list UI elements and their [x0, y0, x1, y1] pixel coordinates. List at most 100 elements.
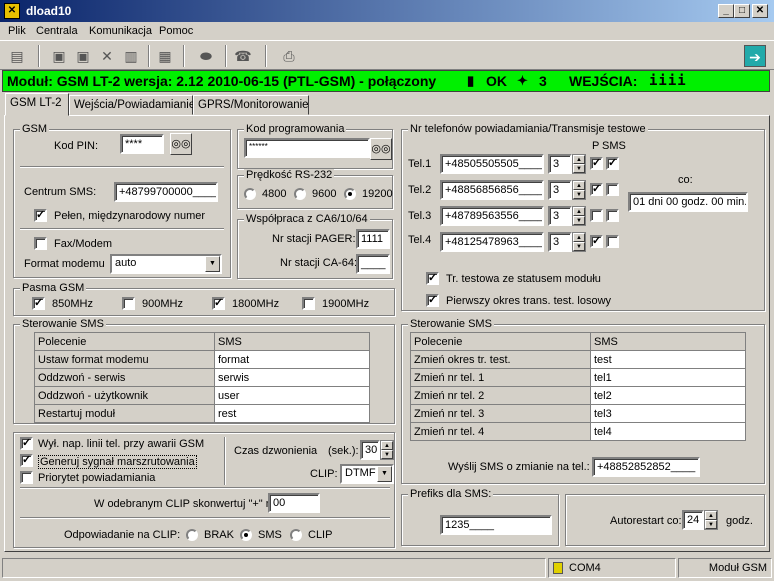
sms-center-label: Centrum SMS: [24, 186, 97, 198]
print-icon[interactable]: ⎙ [278, 45, 300, 67]
gsm-fail-checkbox[interactable]: ✓ [20, 437, 33, 450]
tel4-p-checkbox[interactable]: ✓ [590, 235, 603, 248]
route-signal-checkbox[interactable]: ✓ [20, 454, 33, 467]
band-1800-checkbox[interactable]: ✓ [212, 297, 225, 310]
ca6-group: Współpraca z CA6/10/64 Nr stacji PAGER: … [237, 213, 393, 279]
read-icon[interactable]: ▣ [48, 45, 70, 67]
delete-icon[interactable]: ✕ [96, 45, 118, 67]
eraser-icon[interactable]: ⬬ [195, 45, 217, 67]
tel3-sms-checkbox[interactable] [606, 209, 619, 222]
fax-modem-checkbox[interactable] [34, 237, 47, 250]
band-1900-checkbox[interactable] [302, 297, 315, 310]
show-prog-code-button[interactable]: ◎◎ [370, 138, 392, 160]
tel2-p-checkbox[interactable]: ✓ [590, 183, 603, 196]
autorestart-group: Autorestart co: 24 ▲ ▼ godz. [565, 494, 765, 546]
maximize-button[interactable]: □ [734, 4, 750, 18]
write-icon[interactable]: ▣ [72, 45, 94, 67]
pin-input[interactable]: **** [120, 134, 164, 154]
tab-gprs[interactable]: GPRS/Monitorowanie [193, 95, 309, 115]
sms-control-left-group: Sterowanie SMS Polecenie SMS Ustaw format… [13, 318, 395, 424]
com-port-panel: COM4 [548, 558, 676, 578]
tel1-p-checkbox[interactable]: ✓ [590, 157, 603, 170]
clip-convert-input[interactable]: 00 [268, 493, 320, 513]
menu-plik[interactable]: Plik [8, 25, 26, 37]
tab-gsm-lt2[interactable]: GSM LT-2 [5, 93, 69, 116]
tel1-sms-checkbox[interactable]: ✓ [606, 157, 619, 170]
tel4-sms-checkbox[interactable] [606, 235, 619, 248]
tel3-count[interactable]: 3 [548, 206, 572, 226]
first-random-checkbox[interactable]: ✓ [426, 294, 439, 307]
pager-station-input[interactable]: 1111 [356, 229, 390, 249]
prefix-group: Prefiks dla SMS: 1235____ [401, 488, 559, 546]
tab-wejscia[interactable]: Wejścia/Powiadamianie [69, 95, 195, 115]
notify-sms-input[interactable]: +48852852852____ [592, 457, 700, 477]
band-850-checkbox[interactable]: ✓ [32, 297, 45, 310]
copy-icon[interactable]: ▤ [6, 45, 28, 67]
calculator-icon[interactable]: ▦ [154, 45, 176, 67]
show-pin-button[interactable]: ◎◎ [170, 133, 192, 155]
baud-19200-radio[interactable] [344, 188, 356, 200]
paste-icon[interactable]: ▥ [120, 45, 142, 67]
inputs-value: iiii [649, 73, 687, 89]
tel3-p-checkbox[interactable] [590, 209, 603, 222]
ca64-station-input[interactable]: ____ [356, 254, 390, 274]
tel2-input[interactable]: +48856856856____ [440, 180, 544, 200]
exit-icon[interactable]: ➔ [744, 45, 766, 67]
menu-bar: Plik Centrala Komunikacja Pomoc [0, 22, 774, 40]
clip-select[interactable]: DTMF ▼ [340, 464, 394, 484]
table-row[interactable]: Oddzwoń - serwis serwis [34, 368, 370, 387]
modem-format-select[interactable]: auto ▼ [110, 254, 222, 274]
prog-code-group: Kod programowania ****** ◎◎ [237, 123, 393, 169]
sms-control-right-group: Sterowanie SMS Polecenie SMS Zmień okres … [401, 318, 765, 484]
sms-prefix-input[interactable]: 1235____ [440, 515, 552, 535]
table-row[interactable]: Zmień nr tel. 2 tel2 [410, 386, 746, 405]
autorestart-input[interactable]: 24 [682, 510, 704, 530]
sms-center-input[interactable]: +48799700000____ [114, 182, 218, 202]
window-title: dload10 [26, 4, 72, 18]
tel1-count[interactable]: 3 [548, 154, 572, 174]
close-button[interactable]: ✕ [752, 4, 768, 18]
tel1-input[interactable]: +48505505505____ [440, 154, 544, 174]
module-status-bar: Moduł: GSM LT-2 wersja: 2.12 2010-06-15 … [2, 70, 770, 92]
intl-number-checkbox[interactable]: ✓ [34, 209, 47, 222]
signal-icon: ✦ [517, 73, 528, 88]
tel4-input[interactable]: +48125478963____ [440, 232, 544, 252]
table-row[interactable]: Zmień nr tel. 3 tel3 [410, 404, 746, 423]
menu-centrala[interactable]: Centrala [36, 25, 78, 37]
table-row[interactable]: Zmień nr tel. 1 tel1 [410, 368, 746, 387]
prog-code-input[interactable]: ****** [244, 138, 370, 158]
minimize-button[interactable]: _ [718, 4, 734, 18]
title-bar: ✕ dload10 _ □ ✕ [0, 0, 774, 22]
signal-level: 3 [539, 73, 547, 89]
answer-sms-radio[interactable] [240, 529, 252, 541]
baud-9600-radio[interactable] [294, 188, 306, 200]
menu-komunikacja[interactable]: Komunikacja [89, 25, 152, 37]
phone-icon: ▮ [467, 73, 475, 88]
inputs-label: WEJŚCIA: [569, 73, 638, 89]
tel2-sms-checkbox[interactable] [606, 183, 619, 196]
menu-pomoc[interactable]: Pomoc [159, 25, 193, 37]
sms-commands-table-right: Polecenie SMS Zmień okres tr. test. test Z… [410, 332, 746, 441]
status-bar: COM4 Moduł GSM [0, 556, 774, 581]
ok-status: OK [486, 73, 507, 89]
ring-time-input[interactable]: 30 [360, 440, 380, 460]
table-row[interactable]: Restartuj moduł rest [34, 404, 370, 423]
baud-4800-radio[interactable] [244, 188, 256, 200]
table-row[interactable]: Oddzwoń - użytkownik user [34, 386, 370, 405]
tel2-count[interactable]: 3 [548, 180, 572, 200]
answer-clip-radio[interactable] [290, 529, 302, 541]
answer-brak-radio[interactable] [186, 529, 198, 541]
band-900-checkbox[interactable] [122, 297, 135, 310]
test-status-checkbox[interactable]: ✓ [426, 272, 439, 285]
priority-checkbox[interactable] [20, 471, 33, 484]
table-row[interactable]: Zmień nr tel. 4 tel4 [410, 422, 746, 441]
tel3-input[interactable]: +48789563556____ [440, 206, 544, 226]
table-row[interactable]: Ustaw format modemu format [34, 350, 370, 369]
tab-panel: GSM Kod PIN: **** ◎◎ Centrum SMS: +48799… [4, 115, 770, 552]
test-period-input[interactable]: 01 dni 00 godz. 00 min. [628, 192, 748, 212]
table-row[interactable]: Zmień okres tr. test. test [410, 350, 746, 369]
tel4-count[interactable]: 3 [548, 232, 572, 252]
rs232-group: Prędkość RS-232 4800 9600 19200 [237, 169, 393, 209]
modem-icon[interactable]: ☎ [232, 45, 254, 67]
sms-commands-table-left: Polecenie SMS Ustaw format modemu format O… [34, 332, 370, 423]
